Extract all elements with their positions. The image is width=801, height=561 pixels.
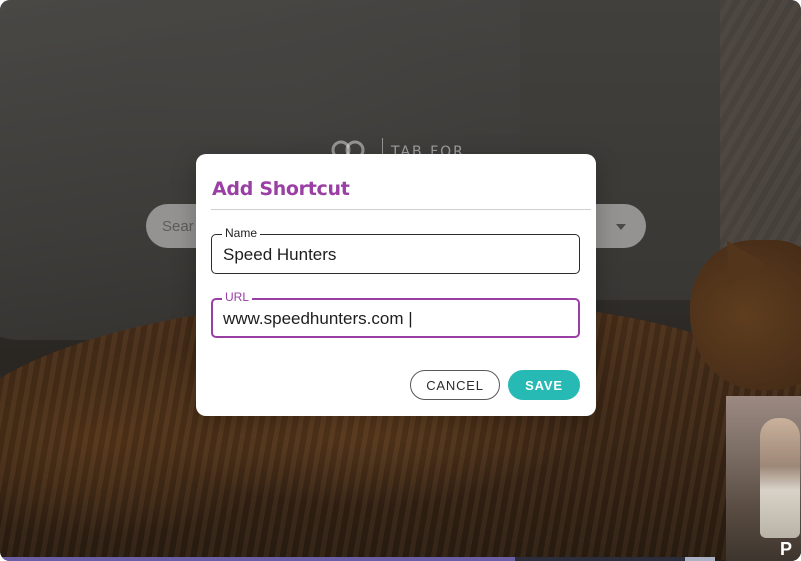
- browser-new-tab-page: TAB FOR Sear P Add Shortcut Name Speed H…: [0, 0, 801, 561]
- thumbnail-person: [760, 418, 800, 538]
- name-input[interactable]: Speed Hunters: [223, 245, 336, 265]
- video-thumbnail[interactable]: P: [726, 396, 801, 561]
- dialog-title: Add Shortcut: [212, 178, 350, 200]
- save-button[interactable]: SAVE: [508, 370, 580, 400]
- add-shortcut-dialog: Add Shortcut Name Speed Hunters URL www.…: [196, 154, 596, 416]
- dialog-divider: [211, 209, 591, 210]
- bottom-progress-bar: [0, 557, 801, 561]
- url-field-label: URL: [222, 290, 253, 304]
- search-placeholder: Sear: [162, 217, 194, 235]
- name-field[interactable]: Name Speed Hunters: [211, 226, 580, 274]
- name-field-label: Name: [222, 226, 261, 240]
- url-input[interactable]: www.speedhunters.com |: [223, 309, 413, 329]
- cancel-button[interactable]: CANCEL: [410, 370, 500, 400]
- chevron-down-icon[interactable]: [616, 224, 626, 230]
- url-field[interactable]: URL www.speedhunters.com |: [211, 290, 580, 338]
